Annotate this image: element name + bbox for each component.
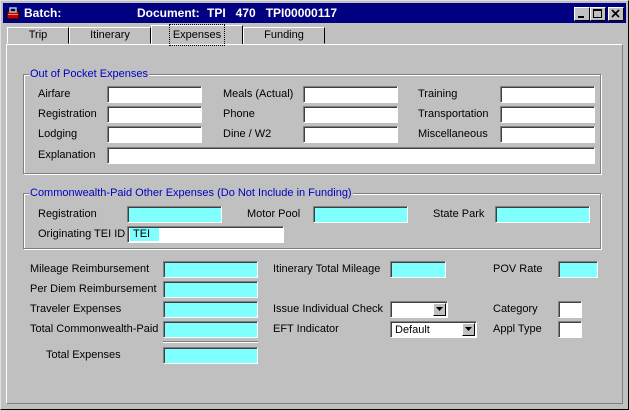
transportation-input[interactable] <box>500 106 595 123</box>
minimize-icon <box>578 16 584 18</box>
meals-input[interactable] <box>303 86 398 103</box>
motor-pool-field <box>313 206 408 223</box>
itinerary-total-mileage-field <box>390 261 446 278</box>
traveler-expenses-field <box>163 301 258 318</box>
per-diem-reimbursement-field <box>163 281 258 298</box>
state-park-field <box>495 206 590 223</box>
state-park-label: State Park <box>433 208 485 220</box>
total-commonwealth-paid-field <box>163 321 258 338</box>
category-label: Category <box>493 303 538 315</box>
eft-indicator-select[interactable]: Default <box>390 321 477 338</box>
maximize-icon <box>593 9 602 18</box>
explanation-input[interactable] <box>107 147 595 164</box>
chevron-down-icon <box>465 327 472 331</box>
traveler-expenses-label: Traveler Expenses <box>30 303 122 315</box>
issue-individual-check-select[interactable] <box>390 301 448 318</box>
cw-registration-label: Registration <box>38 208 97 220</box>
close-button[interactable] <box>608 7 624 21</box>
document-label: Document: <box>137 6 200 20</box>
mileage-reimbursement-label: Mileage Reimbursement <box>30 263 150 275</box>
lodging-label: Lodging <box>38 128 78 140</box>
tab-itinerary[interactable]: Itinerary <box>69 27 151 44</box>
commonwealth-paid-legend: Commonwealth-Paid Other Expenses (Do Not… <box>29 187 353 199</box>
originating-tei-id-input[interactable]: TEI <box>127 226 284 243</box>
out-of-pocket-legend: Out of Pocket Expenses <box>29 68 150 80</box>
issue-individual-check-label: Issue Individual Check <box>273 303 384 315</box>
total-separator <box>163 341 258 343</box>
document-number: TPI 470 TPI00000117 <box>207 6 338 20</box>
expenses-window: Batch: Document: TPI 470 TPI00000117 Tri… <box>0 0 629 410</box>
tab-funding-label: Funding <box>264 29 304 41</box>
per-diem-reimbursement-label: Per Diem Reimbursement <box>30 283 157 295</box>
total-commonwealth-paid-label: Total Commonwealth-Paid <box>30 323 159 335</box>
app-icon <box>6 7 20 20</box>
miscellaneous-input[interactable] <box>500 126 595 143</box>
cw-registration-field <box>127 206 222 223</box>
total-expenses-label: Total Expenses <box>46 349 121 361</box>
tab-trip[interactable]: Trip <box>7 27 69 44</box>
batch-label: Batch: <box>24 6 62 20</box>
airfare-label: Airfare <box>38 88 71 100</box>
tab-expenses-label: Expenses <box>168 24 226 46</box>
training-label: Training <box>418 88 458 100</box>
itinerary-total-mileage-label: Itinerary Total Mileage <box>273 263 381 275</box>
phone-label: Phone <box>223 108 255 120</box>
dine-w2-label: Dine / W2 <box>223 128 272 140</box>
total-expenses-field <box>163 347 258 364</box>
eft-indicator-value: Default <box>395 324 430 336</box>
lodging-input[interactable] <box>107 126 202 143</box>
airfare-input[interactable] <box>107 86 202 103</box>
pov-rate-field <box>558 261 598 278</box>
tab-trip-label: Trip <box>28 29 48 41</box>
phone-input[interactable] <box>303 106 398 123</box>
dine-w2-input[interactable] <box>303 126 398 143</box>
transportation-label: Transportation <box>418 108 489 120</box>
mileage-reimbursement-field <box>163 261 258 278</box>
pov-rate-label: POV Rate <box>493 263 543 275</box>
appl-type-label: Appl Type <box>493 323 542 335</box>
appl-type-input[interactable] <box>558 321 582 338</box>
eft-indicator-dropdown-button[interactable] <box>462 323 475 336</box>
training-input[interactable] <box>500 86 595 103</box>
minimize-button[interactable] <box>574 7 590 21</box>
registration-label: Registration <box>38 108 97 120</box>
close-icon <box>611 9 620 18</box>
tab-itinerary-label: Itinerary <box>90 29 130 41</box>
motor-pool-label: Motor Pool <box>247 208 301 220</box>
category-input[interactable] <box>558 301 582 318</box>
tab-expenses[interactable]: Expenses <box>151 24 243 46</box>
maximize-button[interactable] <box>590 7 606 21</box>
tab-funding[interactable]: Funding <box>243 27 325 44</box>
originating-tei-id-value: TEI <box>130 228 159 241</box>
title-bar[interactable]: Batch: Document: TPI 470 TPI00000117 <box>3 3 626 23</box>
explanation-label: Explanation <box>38 149 96 161</box>
originating-tei-id-label: Originating TEI ID <box>38 228 126 240</box>
chevron-down-icon <box>436 307 443 311</box>
eft-indicator-label: EFT Indicator <box>273 323 339 335</box>
meals-label: Meals (Actual) <box>223 88 294 100</box>
miscellaneous-label: Miscellaneous <box>418 128 488 140</box>
registration-input[interactable] <box>107 106 202 123</box>
issue-check-dropdown-button[interactable] <box>433 303 446 316</box>
